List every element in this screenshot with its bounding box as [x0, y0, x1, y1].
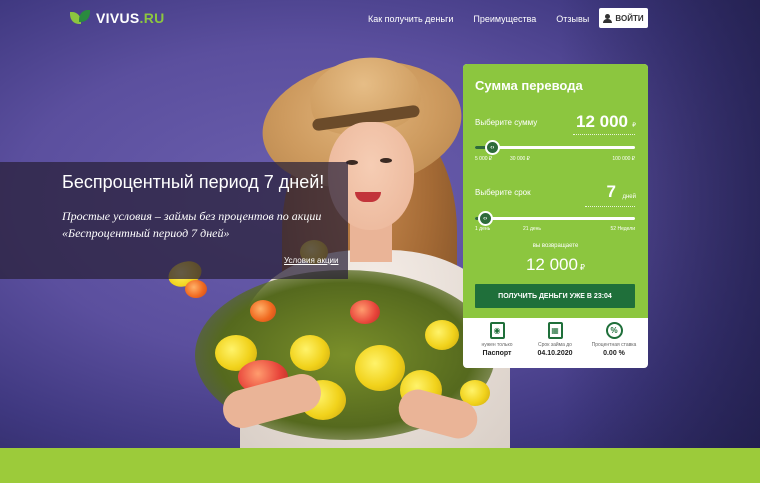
amount-tick-max: 100 000 ₽	[612, 156, 635, 162]
nav-advantages[interactable]: Преимущества	[473, 14, 536, 24]
user-icon	[603, 13, 613, 23]
flower	[355, 345, 405, 391]
info-value: 04.10.2020	[537, 350, 573, 357]
bottom-band	[0, 448, 760, 483]
amount-slider-handle[interactable]: ‹›	[484, 140, 500, 155]
login-label: ВОЙТИ	[615, 13, 644, 23]
main-nav: Как получить деньги Преимущества Отзывы	[368, 14, 589, 24]
amount-label: Выберите сумму	[475, 118, 538, 127]
leaf-logo-icon	[70, 10, 92, 26]
info-caption: Срок займа до	[538, 342, 572, 348]
get-money-button[interactable]: ПОЛУЧИТЬ ДЕНЬГИ УЖЕ В 23:04	[475, 284, 635, 308]
info-caption: Процентная ставка	[591, 342, 637, 348]
flower	[290, 335, 330, 371]
percent-icon: %	[605, 322, 623, 339]
term-unit: дней	[622, 194, 636, 200]
info-value: 0.00 %	[603, 350, 625, 357]
amount-tick-mid: 30 000 ₽	[510, 156, 530, 162]
term-value[interactable]: 7	[607, 182, 616, 202]
promo-text: Простые условия – займы без процентов по…	[62, 209, 322, 240]
calculator-panel: Сумма перевода Выберите сумму 12 000 ₽ ‹…	[463, 64, 648, 318]
term-tick-max: 52 Недели	[610, 226, 635, 232]
logo[interactable]: VIVUS.RU	[70, 10, 165, 26]
info-value: Паспорт	[482, 350, 512, 357]
calculator-title: Сумма перевода	[475, 78, 583, 93]
promo-banner: Беспроцентный период 7 дней! Простые усл…	[0, 162, 348, 279]
term-slider-handle[interactable]: ‹›	[477, 211, 493, 226]
term-slider-track[interactable]	[475, 217, 635, 220]
info-loan-term: ▦ Срок займа до 04.10.2020	[526, 322, 584, 357]
nav-how-to-get-money[interactable]: Как получить деньги	[368, 14, 453, 24]
amount-tick-min: 5 000 ₽	[475, 156, 493, 162]
info-interest-rate: % Процентная ставка 0.00 %	[585, 322, 643, 357]
term-label: Выберите срок	[475, 188, 531, 197]
term-tick-min: 1 день	[475, 226, 491, 232]
flower	[250, 300, 276, 322]
passport-icon: ◉	[489, 322, 505, 339]
info-caption: нужен только	[481, 342, 513, 348]
return-label: вы возвращаете	[532, 243, 579, 249]
flower	[350, 300, 380, 324]
logo-text: VIVUS.RU	[96, 10, 165, 26]
promo-terms-link[interactable]: Условия акции	[284, 256, 339, 265]
term-tick-mid: 21 день	[523, 226, 542, 232]
info-passport: ◉ нужен только Паспорт	[468, 322, 526, 357]
flower	[425, 320, 459, 350]
hero-eye-right	[380, 158, 392, 163]
return-amount: 12 000 ₽	[525, 255, 586, 274]
calendar-icon: ▦	[547, 322, 563, 339]
amount-unit: ₽	[632, 123, 636, 129]
term-underline	[585, 206, 635, 207]
loan-calculator: Сумма перевода Выберите сумму 12 000 ₽ ‹…	[463, 64, 648, 368]
nav-reviews[interactable]: Отзывы	[556, 14, 589, 24]
amount-value[interactable]: 12 000	[576, 112, 628, 132]
login-button[interactable]: ВОЙТИ	[599, 8, 648, 28]
amount-underline	[573, 134, 635, 135]
promo-title: Беспроцентный период 7 дней!	[62, 172, 325, 192]
flower	[185, 280, 207, 298]
